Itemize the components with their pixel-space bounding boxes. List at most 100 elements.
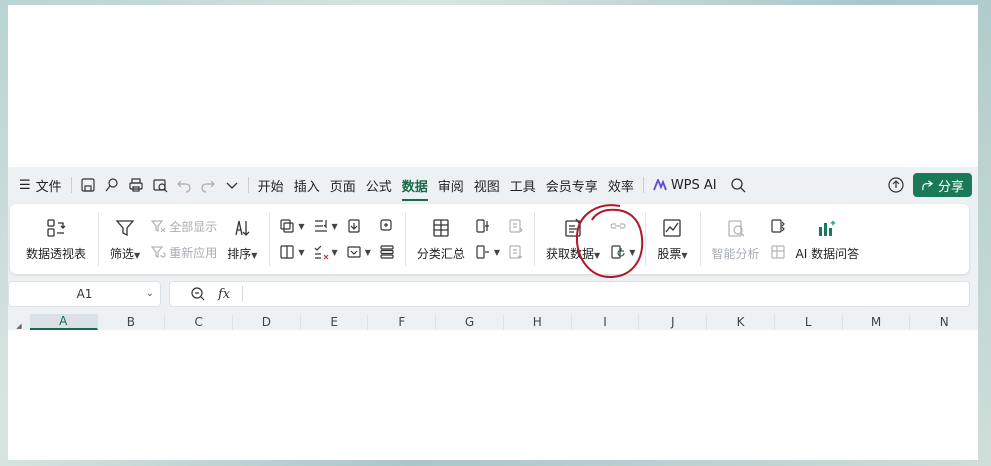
validity-icon [314,245,328,260]
expand-detail-button[interactable] [508,216,524,236]
column-header[interactable]: F [368,314,437,330]
data-tools-group: ▼ ▼ ▼ ▼ ▼ [269,204,404,274]
column-header[interactable]: B [98,314,166,330]
highlight-duplicates-button[interactable]: ▼ [279,216,305,236]
tab-tools[interactable]: 工具 [505,172,541,198]
divider [642,177,644,193]
divider [242,286,244,302]
group-button[interactable] [475,216,500,236]
subtotal-icon [433,218,449,237]
table-tool-icon [770,245,785,259]
column-header[interactable]: J [639,314,708,330]
get-data-button[interactable]: 获取数据▼ [540,204,606,274]
wps-ai-label: WPS AI [670,177,717,193]
export-pdf-icon[interactable] [100,173,124,197]
share-button[interactable]: 分享 [912,173,972,197]
fill-icon [314,220,327,232]
get-data-label: 获取数据 [546,246,595,261]
select-all-corner[interactable]: ◢ [8,314,30,330]
tab-formula[interactable]: 公式 [361,172,397,198]
undo-icon[interactable] [172,173,196,197]
show-all-button[interactable]: 全部显示 [150,216,217,236]
tab-view[interactable]: 视图 [469,172,505,198]
refresh-data-button[interactable]: ▼ [610,242,635,262]
ungroup-button[interactable]: ▼ [475,242,500,262]
tab-member[interactable]: 会员专享 [541,172,603,198]
column-header[interactable]: E [301,314,369,330]
wps-ai-button[interactable]: WPS AI [648,172,722,198]
insert-function-icon[interactable]: fx [218,287,230,302]
tab-data[interactable]: 数据 [397,172,433,201]
formula-bar-row: A1 ⌄ fx [8,281,978,307]
column-header[interactable]: N [910,314,978,330]
wps-spreadsheet-window: ☰ 文件 开始 插入 页面 公式 数据 审阅 视图 工具 会员专享 效率 WPS… [8,167,978,330]
column-header[interactable]: D [233,314,301,330]
ai-chart-icon [819,219,837,236]
pivot-group: 数据透视表 [14,204,98,274]
dropdown-list-icon [347,246,361,258]
table-tool-button[interactable] [770,242,786,262]
validity-button[interactable]: ▼ [313,242,338,262]
column-header[interactable]: H [504,314,572,330]
divider [247,177,249,193]
column-header[interactable]: L [775,314,843,330]
cloud-upload-icon[interactable] [883,173,909,197]
column-header[interactable]: M [843,314,911,330]
tab-efficiency[interactable]: 效率 [603,172,639,198]
search-icon[interactable] [726,173,750,197]
formula-bar[interactable]: fx [169,281,970,307]
column-headers: ◢ A B C D E F G H I J K L M N [8,314,978,330]
stocks-label: 股票 [657,246,682,261]
reapply-label: 重新应用 [169,245,218,260]
reapply-button[interactable]: 重新应用 [150,242,217,262]
duplicates-icon [280,219,294,233]
tab-home[interactable]: 开始 [253,172,289,198]
column-header[interactable]: K [707,314,775,330]
analysis-group: 智能分析 AI 数据问答 [699,204,872,274]
column-header[interactable]: I [572,314,640,330]
consolidate-button[interactable] [379,216,395,236]
pivot-table-icon [47,218,66,237]
column-header[interactable]: G [436,314,504,330]
tab-review[interactable]: 审阅 [433,172,469,198]
redo-icon[interactable] [196,173,220,197]
show-all-label: 全部显示 [169,219,218,234]
blank-area-bottom [8,330,978,460]
tab-page[interactable]: 页面 [325,172,361,198]
subtotal-button[interactable]: 分类汇总 [411,204,471,274]
smart-analysis-button[interactable]: 智能分析 [706,204,766,274]
sort-label: 排序 [227,246,252,261]
link-data-button[interactable] [610,216,635,236]
column-header[interactable]: C [165,314,234,330]
import-data-button[interactable] [346,216,371,236]
save-icon[interactable] [76,173,100,197]
dropdown-list-button[interactable]: ▼ [346,242,371,262]
split-column-button[interactable]: ▼ [279,242,305,262]
ai-data-qa-label: AI 数据问答 [795,246,860,261]
link-icon [610,223,626,229]
get-data-group: 获取数据▼ ▼ [534,204,645,274]
menu-bar: ☰ 文件 开始 插入 页面 公式 数据 审阅 视图 工具 会员专享 效率 WPS… [8,167,978,203]
collapse-detail-button[interactable] [508,242,524,262]
column-header[interactable]: A [29,314,98,330]
pivot-table-button[interactable]: 数据透视表 [20,204,92,274]
stocks-button[interactable]: 股票▼ [651,204,693,274]
chevron-down-icon[interactable] [220,173,244,197]
ai-data-qa-button[interactable]: AI 数据问答 [790,204,866,274]
ungroup-icon [476,245,489,259]
zoom-icon[interactable] [190,286,206,302]
chevron-down-icon[interactable]: ⌄ [146,288,154,299]
record-list-button[interactable] [379,242,395,262]
name-box[interactable]: A1 ⌄ [8,281,161,307]
compare-button[interactable] [770,216,786,236]
consolidate-icon [380,219,392,231]
file-menu-label: 文件 [35,179,62,195]
print-icon[interactable] [124,173,148,197]
file-menu[interactable]: ☰ 文件 [14,172,67,198]
outline-group: 分类汇总 ▼ [404,204,534,274]
fill-button[interactable]: ▼ [313,216,338,236]
tab-insert[interactable]: 插入 [289,172,325,198]
print-preview-icon[interactable] [148,173,172,197]
sort-button[interactable]: 排序▼ [221,204,263,274]
filter-button[interactable]: 筛选▼ [104,204,146,274]
